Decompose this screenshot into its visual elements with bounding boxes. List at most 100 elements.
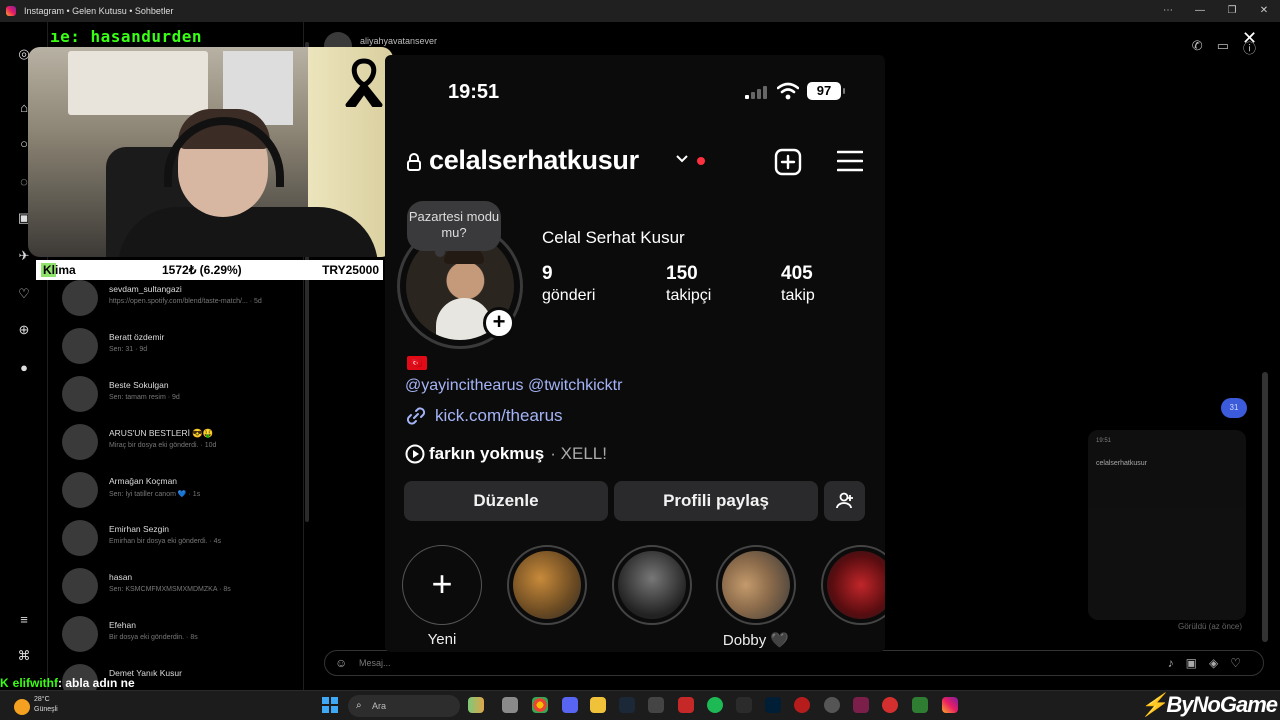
opera-icon[interactable] [882,697,898,713]
link-icon [406,407,426,425]
maximize-button[interactable]: ❐ [1216,0,1248,22]
ticker-value: TRY25000 [322,263,379,277]
chat-header-name[interactable]: aliyahyavatansever [360,36,437,46]
weather-sun-icon[interactable] [14,699,30,715]
heart-icon[interactable]: ♡ [1230,656,1253,670]
edit-profile-button[interactable]: Düzenle [404,481,608,521]
list-item[interactable]: Emirhan Sezgin Emirhan bir dosya eki gön… [62,520,298,564]
start-button[interactable] [322,697,338,713]
taskbar-search[interactable]: ⌕ Ara [348,695,460,717]
dm-name: Armağan Koçman [109,476,178,486]
stat-number: 405 [781,263,813,284]
video-icon[interactable]: ▭ [1217,38,1229,57]
list-item[interactable]: ARUS'UN BESTLERİ 😎🤑 Miraç bir dosya eki … [62,424,298,468]
dm-name: sevdam_sultangazi [109,284,182,294]
photoshop-icon[interactable] [765,697,781,713]
dm-preview: https://open.spotify.com/blend/taste-mat… [109,298,262,305]
task-view-icon[interactable] [502,697,518,713]
plus-icon: + [431,563,453,604]
youtube-icon[interactable] [678,697,694,713]
profile-username[interactable]: celalserhatkusur [429,145,639,176]
turkey-flag-icon: 🇹🇷 [407,356,427,370]
add-post-icon[interactable] [774,148,802,176]
kick-badge-icon: K [0,676,9,690]
stat-followers[interactable]: 150 takipçi [666,263,711,305]
profile-full-name: Celal Serhat Kusur [542,228,685,247]
list-item[interactable]: Efehan Bir dosya eki gönderdin. · 8s [62,616,298,660]
avatar [62,472,98,508]
stat-following[interactable]: 405 takip [781,263,815,305]
discord-icon[interactable] [562,697,578,713]
sticker-icon[interactable]: ◈ [1209,656,1230,670]
list-item[interactable]: hasan Sen: KSMCMFMXMSMXMDMZKA · 8s [62,568,298,612]
chevron-down-icon[interactable] [675,151,689,165]
ticker-change: 1572₺ (6.29%) [162,263,242,277]
instagram-app-icon [6,6,16,16]
shared-profile-preview[interactable]: 19:51 celalserhatkusur [1088,430,1246,620]
create-icon[interactable]: ⊕ [16,322,32,338]
riot-icon[interactable] [794,697,810,713]
highlight-item[interactable] [506,545,588,631]
phone-icon[interactable]: ✆ [1192,38,1203,57]
profile-music[interactable]: farkın yokmuş · XELL! [405,444,607,464]
share-profile-button[interactable]: Profili paylaş [614,481,818,521]
add-story-icon[interactable]: + [483,307,515,339]
highlight-item[interactable]: Dobby 🖤 [715,545,797,649]
profile-avatar-icon[interactable]: ● [16,360,32,376]
mic-icon[interactable]: ♪ [1168,656,1186,670]
app-icon[interactable] [912,697,928,713]
list-item[interactable]: Beste Sokulgan Sen: tamam resim · 9d [62,376,298,420]
widget-icon[interactable] [468,697,484,713]
message-input[interactable]: ☺ Mesaj... ♪▣◈♡ [324,650,1264,676]
music-artist: · XELL! [550,444,607,463]
windows-taskbar: 28°C Güneşli ⌕ Ara [0,690,1280,720]
dm-preview: Miraç bir dosya eki gönderdi. · 10d [109,442,217,449]
app-icon[interactable] [824,697,840,713]
spotify-icon[interactable] [707,697,723,713]
profile-note[interactable]: Pazartesi modu mu? [407,201,501,257]
bolt-icon: ⚡ [1140,692,1167,717]
minimize-button[interactable]: — [1184,0,1216,22]
more-icon[interactable]: ⋯ [1152,0,1184,22]
chat-message: : abla adın ne [58,676,135,690]
highlight-ring [612,545,692,625]
list-item[interactable]: Beratt özdemir Sen: 31 · 9d [62,328,298,372]
highlight-item[interactable] [611,545,693,631]
price-ticker: Klima 1572₺ (6.29%) TRY25000 [36,260,383,280]
close-window-button[interactable]: ✕ [1248,0,1280,22]
add-person-icon [835,492,853,509]
menu-icon[interactable]: ≡ [16,612,32,628]
list-item[interactable]: Armağan Koçman Sen: İyi tatiller canom 💙… [62,472,298,516]
bio-link[interactable]: kick.com/thearus [405,405,563,427]
stat-posts[interactable]: 9 gönderi [542,263,595,305]
list-item[interactable]: sevdam_sultangazi https://open.spotify.c… [62,280,298,324]
window-title: Instagram • Gelen Kutusu • Sohbetler [24,6,174,16]
dm-preview: Bir dosya eki gönderdin. · 8s [109,634,198,641]
heart-icon[interactable]: ♡ [16,286,32,302]
image-icon[interactable]: ▣ [1186,656,1209,670]
dm-preview: Sen: tamam resim · 9d [109,394,180,401]
file-explorer-icon[interactable] [590,697,606,713]
status-time: 19:51 [448,81,500,103]
highlight-new[interactable]: + Yeni [401,545,483,648]
close-icon[interactable]: ✕ [1242,28,1257,49]
discover-people-button[interactable] [824,481,865,521]
valorant-icon[interactable] [853,697,869,713]
instagram-icon[interactable] [942,697,958,713]
play-icon [405,444,425,464]
chat-scrollbar[interactable] [1262,372,1268,642]
message-bubble: 31 [1221,398,1247,418]
emoji-icon[interactable]: ☺ [335,656,347,670]
weather-widget[interactable]: 28°C Güneşli [34,695,58,715]
threads-icon[interactable]: ⌘ [16,648,32,664]
dm-name: Beratt özdemir [109,332,165,342]
stat-label: takip [781,287,815,304]
epic-games-icon[interactable] [736,697,752,713]
highlight-item[interactable] [820,545,885,631]
chrome-icon[interactable] [532,697,548,713]
bio-mentions[interactable]: @yayincithearus @twitchkicktr [405,377,622,395]
hamburger-menu-icon[interactable] [837,150,863,172]
steam-icon[interactable] [619,697,635,713]
avatar [62,520,98,556]
app-icon[interactable] [648,697,664,713]
